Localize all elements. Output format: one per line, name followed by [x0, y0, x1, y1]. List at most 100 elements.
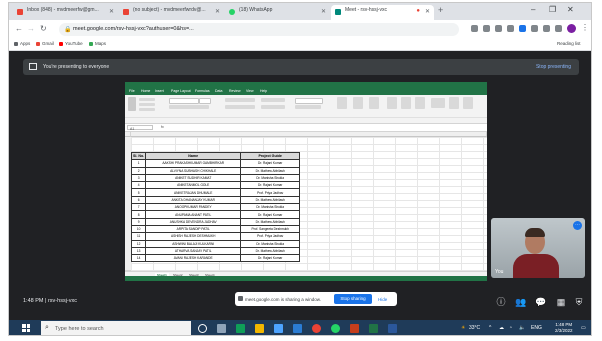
font-name-select[interactable]: [169, 98, 199, 104]
delete-cells-icon[interactable]: [401, 97, 411, 109]
cell-name[interactable]: ALVIYNA SUBHASH CHIKHALE: [145, 166, 242, 175]
extension-icon[interactable]: [495, 25, 502, 32]
alignment-group[interactable]: [225, 105, 255, 109]
name-box[interactable]: A1: [127, 125, 153, 131]
cell-project-guide[interactable]: Dr. Mathew Abhilash: [240, 217, 301, 226]
paste-icon[interactable]: [128, 97, 136, 111]
windows-start-icon[interactable]: [22, 324, 30, 332]
cell-sl-no[interactable]: 10: [130, 224, 147, 234]
cell-project-guide[interactable]: Dr. Rajani Kumar: [240, 210, 301, 219]
number-format-select[interactable]: [295, 98, 323, 104]
student-guide-table[interactable]: Sl. No. Name Project Guide 1 AAKSHI PRAKA…: [130, 151, 301, 263]
cell-name[interactable]: ANIKET SUDHIR KAMAT: [145, 173, 242, 183]
stop-sharing-button[interactable]: Stop sharing: [334, 294, 372, 304]
ribbon-tab-formulas[interactable]: Formulas: [195, 89, 210, 93]
cell-name[interactable]: ATHARVA SANJAY PATIL: [145, 246, 242, 256]
conditional-formatting-icon[interactable]: [337, 97, 347, 109]
cell-name[interactable]: ANUSHKA DEVENDRA JADHAV: [145, 217, 242, 226]
cell-project-guide[interactable]: Dr. Manisha Shukla: [240, 203, 301, 212]
volume-icon[interactable]: 🔈: [519, 325, 525, 331]
people-icon[interactable]: 👥: [515, 296, 527, 308]
extension-icon[interactable]: [543, 25, 550, 32]
language-indicator[interactable]: ENG: [531, 325, 542, 331]
ribbon-tab-file[interactable]: File: [129, 89, 135, 93]
notification-icon[interactable]: ▭: [581, 325, 586, 331]
alignment-group[interactable]: [225, 98, 255, 102]
maximize-icon[interactable]: ❐: [549, 5, 556, 14]
cell-styles-icon[interactable]: [369, 97, 379, 109]
task-view-icon[interactable]: [217, 324, 226, 333]
cell-name[interactable]: AAKSHI PRAKASHKUMAR GAMBHIRKAR: [145, 159, 242, 168]
cell-sl-no[interactable]: 13: [130, 246, 147, 256]
font-size-select[interactable]: [199, 98, 211, 104]
cell-sl-no[interactable]: 4: [130, 181, 147, 190]
tab-meet[interactable]: Meet - rsv-hssj-vxc ● ✕: [331, 5, 434, 20]
close-icon[interactable]: ✕: [109, 8, 114, 15]
forward-icon[interactable]: →: [27, 24, 35, 33]
ribbon-tab-review[interactable]: Review: [229, 89, 240, 93]
header-sl-no[interactable]: Sl. No.: [130, 151, 147, 161]
cell-sl-no[interactable]: 8: [130, 210, 147, 219]
cell-sl-no[interactable]: 11: [130, 232, 147, 241]
cell-project-guide[interactable]: Dr. Manisha Shukla: [240, 239, 301, 248]
close-window-icon[interactable]: ✕: [567, 5, 574, 14]
cell-project-guide[interactable]: Prof. Priya Jadhav: [240, 232, 301, 241]
new-tab-button[interactable]: +: [438, 5, 443, 15]
font-format-group[interactable]: [169, 105, 209, 109]
cloud-icon[interactable]: ☁: [499, 325, 504, 331]
back-icon[interactable]: ←: [15, 24, 23, 33]
cell-name[interactable]: ANOOPKUMAR PANDEY: [145, 203, 242, 212]
info-icon[interactable]: ⓘ: [495, 296, 507, 308]
autosum-icon[interactable]: [431, 98, 445, 108]
cell-name[interactable]: ANUPAMA ANANT PATIL: [145, 210, 242, 219]
whatsapp-icon[interactable]: [331, 324, 340, 333]
spreadsheet-grid[interactable]: Sl. No. Name Project Guide 1 AAKSHI PRAKA…: [125, 132, 487, 271]
header-project-guide[interactable]: Project Guide: [240, 151, 301, 161]
close-icon[interactable]: ✕: [215, 8, 220, 15]
cell-sl-no[interactable]: 14: [130, 254, 147, 263]
host-controls-icon[interactable]: ⛨: [573, 296, 585, 308]
insert-cells-icon[interactable]: [387, 97, 397, 109]
taskbar-search-input[interactable]: ⌕ Type here to search: [41, 321, 191, 335]
hide-button[interactable]: Hide: [378, 297, 387, 302]
cell-name[interactable]: ANKITA DHANANJAY KUMAR: [145, 195, 242, 205]
bookmark-apps[interactable]: Apps: [14, 41, 30, 46]
cut-icon[interactable]: [139, 98, 155, 101]
menu-kebab-icon[interactable]: ⋮: [581, 23, 589, 32]
chat-icon[interactable]: 💬: [535, 296, 547, 308]
cell-name[interactable]: ARPITA SANDIP PATIL: [145, 224, 242, 234]
cell-name[interactable]: ASHISH RAJESH DESHMUKH: [145, 232, 242, 241]
close-icon[interactable]: ✕: [425, 8, 430, 15]
cell-sl-no[interactable]: 2: [130, 166, 147, 175]
cell-project-guide[interactable]: Dr. Rajani Kumar: [240, 254, 301, 263]
number-group[interactable]: [295, 105, 321, 109]
more-options-icon[interactable]: ⋯: [573, 221, 582, 230]
sort-filter-icon[interactable]: [449, 97, 459, 109]
close-icon[interactable]: ✕: [321, 8, 326, 15]
cell-project-guide[interactable]: Dr. Rajani Kumar: [240, 159, 301, 168]
find-select-icon[interactable]: [463, 97, 473, 109]
extension-icon[interactable]: [531, 25, 538, 32]
reading-list[interactable]: Reading list: [557, 41, 581, 46]
reload-icon[interactable]: ↻: [40, 24, 47, 33]
mail-icon[interactable]: [293, 324, 302, 333]
extension-icon[interactable]: [471, 25, 478, 32]
ribbon-tab-home[interactable]: Home: [141, 89, 150, 93]
puzzle-icon[interactable]: [555, 25, 562, 32]
cell-project-guide[interactable]: Dr. Mathew Abhilash: [240, 246, 301, 256]
profile-avatar[interactable]: [567, 24, 576, 33]
cell-sl-no[interactable]: 5: [130, 188, 147, 197]
minimize-icon[interactable]: –: [531, 5, 535, 14]
cell-project-guide[interactable]: Prof. Priya Jadhav: [240, 188, 301, 197]
stop-presenting-button[interactable]: Stop presenting: [536, 64, 571, 70]
cell-project-guide[interactable]: Prof. Sangeeta Deshmukh: [240, 224, 301, 234]
format-cells-icon[interactable]: [415, 97, 425, 109]
activities-icon[interactable]: ▦: [555, 296, 567, 308]
cell-sl-no[interactable]: 9: [130, 217, 147, 226]
taskbar-clock[interactable]: 1:48 PM 2/3/2022: [555, 322, 573, 334]
ribbon-tab-view[interactable]: View: [246, 89, 254, 93]
ribbon-tab-insert[interactable]: Insert: [155, 89, 164, 93]
cell-sl-no[interactable]: 7: [130, 203, 147, 212]
tab-inbox[interactable]: Inbox (848) - mvdmeerfw@gm... ✕: [13, 5, 118, 20]
extension-icon[interactable]: [519, 25, 526, 32]
